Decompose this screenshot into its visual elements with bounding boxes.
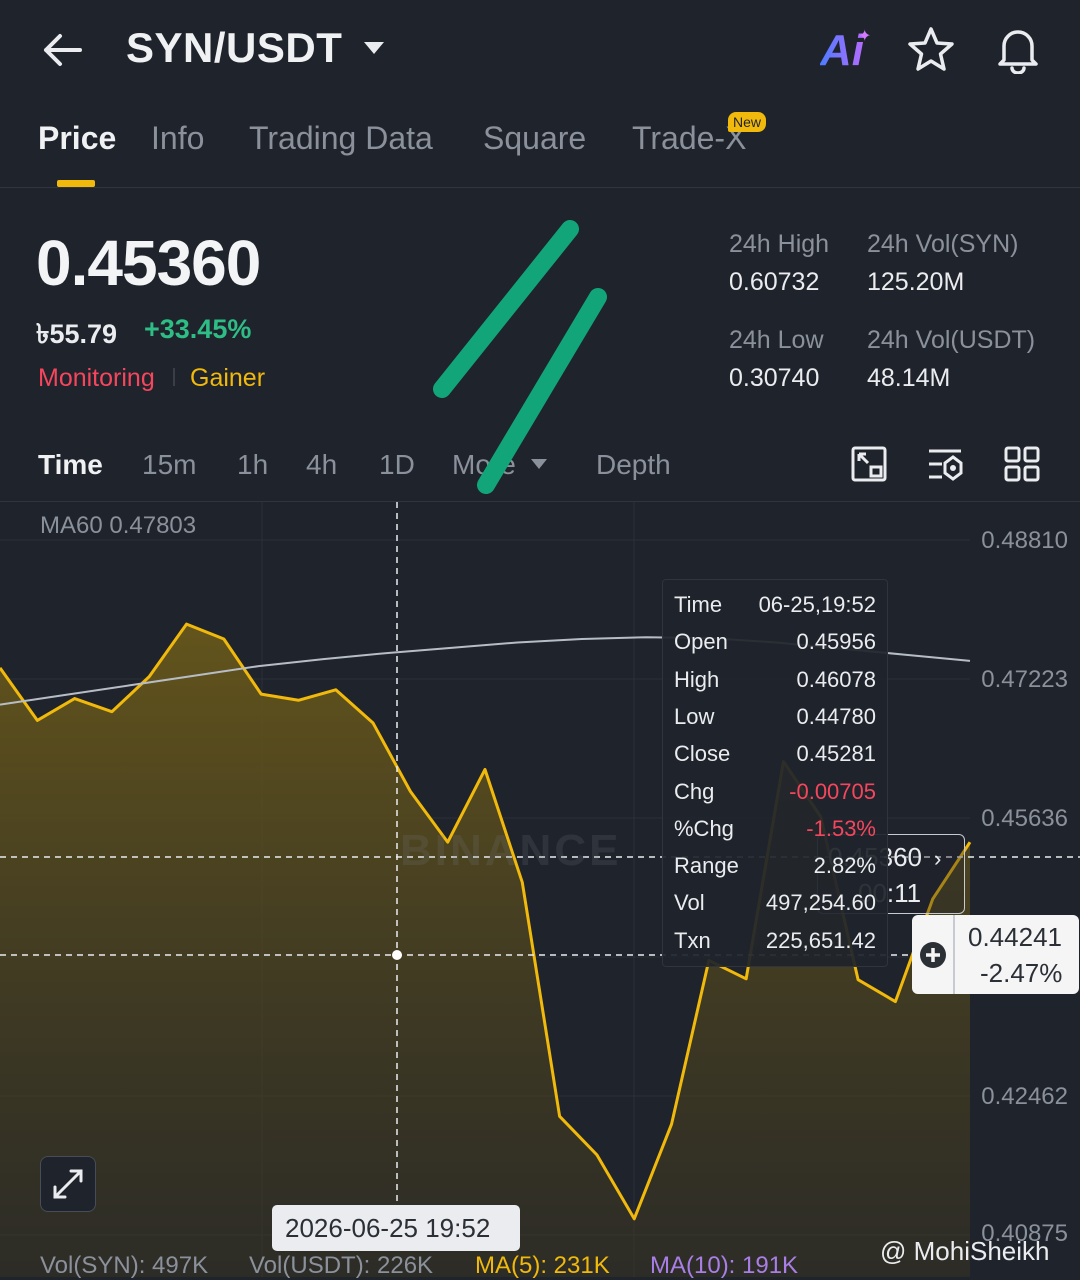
tooltip-row: Close 0.45281	[674, 741, 876, 771]
crosshair-percent: -2.47%	[980, 958, 1063, 988]
tooltip-row: Chg -0.00705	[674, 779, 876, 809]
stat-24h-vol-usdt-label: 24h Vol(USDT)	[867, 326, 1036, 354]
stat-24h-high-label: 24h High	[729, 230, 830, 258]
tab-info[interactable]: Info	[151, 120, 204, 157]
fiat-price: ৳55.79	[36, 319, 118, 349]
tooltip-row: %Chg -1.53%	[674, 816, 876, 846]
tooltip-label: Open	[674, 629, 728, 655]
tooltip-label: Chg	[674, 778, 715, 804]
price-change-percent: +33.45%	[144, 314, 252, 344]
stat-24h-vol-syn-label: 24h Vol(SYN)	[867, 230, 1019, 258]
ai-sparkle-icon: ✦	[858, 28, 872, 45]
tabs-divider	[0, 187, 1080, 188]
interval-4h[interactable]: 4h	[306, 449, 337, 481]
fullscreen-expand-icon[interactable]	[40, 1156, 96, 1212]
tooltip-value: 0.45281	[796, 741, 876, 767]
tooltip-row: High 0.46078	[674, 667, 876, 697]
back-arrow-icon[interactable]	[38, 26, 86, 74]
tooltip-label: Range	[674, 853, 739, 879]
tooltip-label: Txn	[674, 927, 711, 953]
tooltip-row: Time 06-25,19:52	[674, 592, 876, 622]
tab-square[interactable]: Square	[483, 120, 586, 157]
vol-ma10: MA(10): 191K	[650, 1252, 799, 1279]
tag-separator	[173, 368, 175, 386]
interval-15m[interactable]: 15m	[142, 449, 196, 481]
tooltip-row: Txn 225,651.42	[674, 928, 876, 958]
tooltip-value: 225,651.42	[765, 927, 876, 953]
vol-usdt: Vol(USDT): 226K	[249, 1252, 434, 1279]
indicator-icon[interactable]	[926, 445, 964, 483]
hand-drawn-annotation	[433, 220, 607, 494]
y-axis-label: 0.42462	[981, 1083, 1068, 1110]
tooltip-row: Low 0.44780	[674, 704, 876, 734]
tab-price[interactable]: Price	[38, 120, 116, 157]
chart-settings-icon[interactable]	[850, 445, 888, 483]
new-badge: New	[728, 112, 767, 132]
stat-24h-high-value: 0.60732	[729, 268, 820, 296]
pair-title[interactable]: SYN/USDT	[126, 24, 342, 72]
stat-24h-low-label: 24h Low	[729, 326, 824, 354]
active-tab-indicator	[57, 180, 95, 187]
y-axis-label: 0.48810	[981, 527, 1068, 554]
favorite-star-icon[interactable]	[906, 24, 956, 74]
tooltip-value: 497,254.60	[765, 890, 876, 916]
tooltip-value: 06-25,19:52	[758, 592, 876, 617]
ma60-value: MA60 0.47803	[40, 512, 197, 539]
tooltip-label: Vol	[674, 890, 705, 916]
vol-ma5: MA(5): 231K	[475, 1252, 610, 1279]
last-price: 0.45360	[36, 227, 261, 299]
tooltip-row: Range 2.82%	[674, 853, 876, 883]
y-axis-label: 0.45636	[981, 805, 1068, 832]
tooltip-label: Low	[674, 703, 715, 729]
crosshair-price: 0.44241	[968, 922, 1062, 952]
tooltip-row: Open 0.45956	[674, 629, 876, 659]
vol-syn: Vol(SYN): 497K	[40, 1252, 209, 1279]
grid-layout-icon[interactable]	[1003, 445, 1041, 483]
crosshair-dot	[392, 950, 402, 960]
tooltip-label: Time	[674, 592, 723, 617]
gainer-tag[interactable]: Gainer	[190, 364, 265, 393]
ohlc-tooltip: Time 06-25,19:52 Open 0.45956 High 0.46078 Low…	[662, 579, 888, 967]
stat-24h-low-value: 0.30740	[729, 364, 820, 392]
tooltip-value: 0.45956	[796, 629, 876, 655]
interval-time[interactable]: Time	[38, 449, 103, 481]
tooltip-label: %Chg	[674, 815, 734, 841]
binance-watermark: BINANCE	[400, 826, 622, 875]
interval-1d[interactable]: 1D	[379, 449, 415, 481]
tooltip-value: 0.44780	[796, 703, 876, 729]
tab-trading-data[interactable]: Trading Data	[249, 120, 433, 157]
y-axis-label: 0.47223	[981, 666, 1068, 693]
tooltip-label: Close	[674, 741, 731, 767]
monitoring-tag[interactable]: Monitoring	[38, 364, 155, 393]
tooltip-value: -1.53%	[806, 815, 876, 841]
credit-watermark: @ MohiSheikh	[880, 1236, 1050, 1266]
stat-24h-vol-syn-value: 125.20M	[867, 268, 965, 296]
notification-bell-icon[interactable]	[993, 22, 1043, 74]
crosshair-time: 2026-06-25 19:52	[285, 1213, 491, 1243]
stat-24h-vol-usdt-value: 48.14M	[867, 364, 951, 392]
tooltip-row: Vol 497,254.60	[674, 890, 876, 920]
tooltip-value: -0.00705	[789, 778, 876, 804]
tooltip-value: 0.46078	[796, 666, 876, 692]
interval-1h[interactable]: 1h	[237, 449, 268, 481]
tooltip-label: High	[674, 666, 720, 692]
crosshair-tag-divider	[953, 915, 955, 994]
pair-dropdown-caret-icon[interactable]	[362, 40, 386, 56]
chevron-right-icon: ›	[934, 846, 942, 871]
add-order-plus-icon[interactable]	[918, 940, 948, 970]
tooltip-value: 2.82%	[813, 853, 876, 879]
